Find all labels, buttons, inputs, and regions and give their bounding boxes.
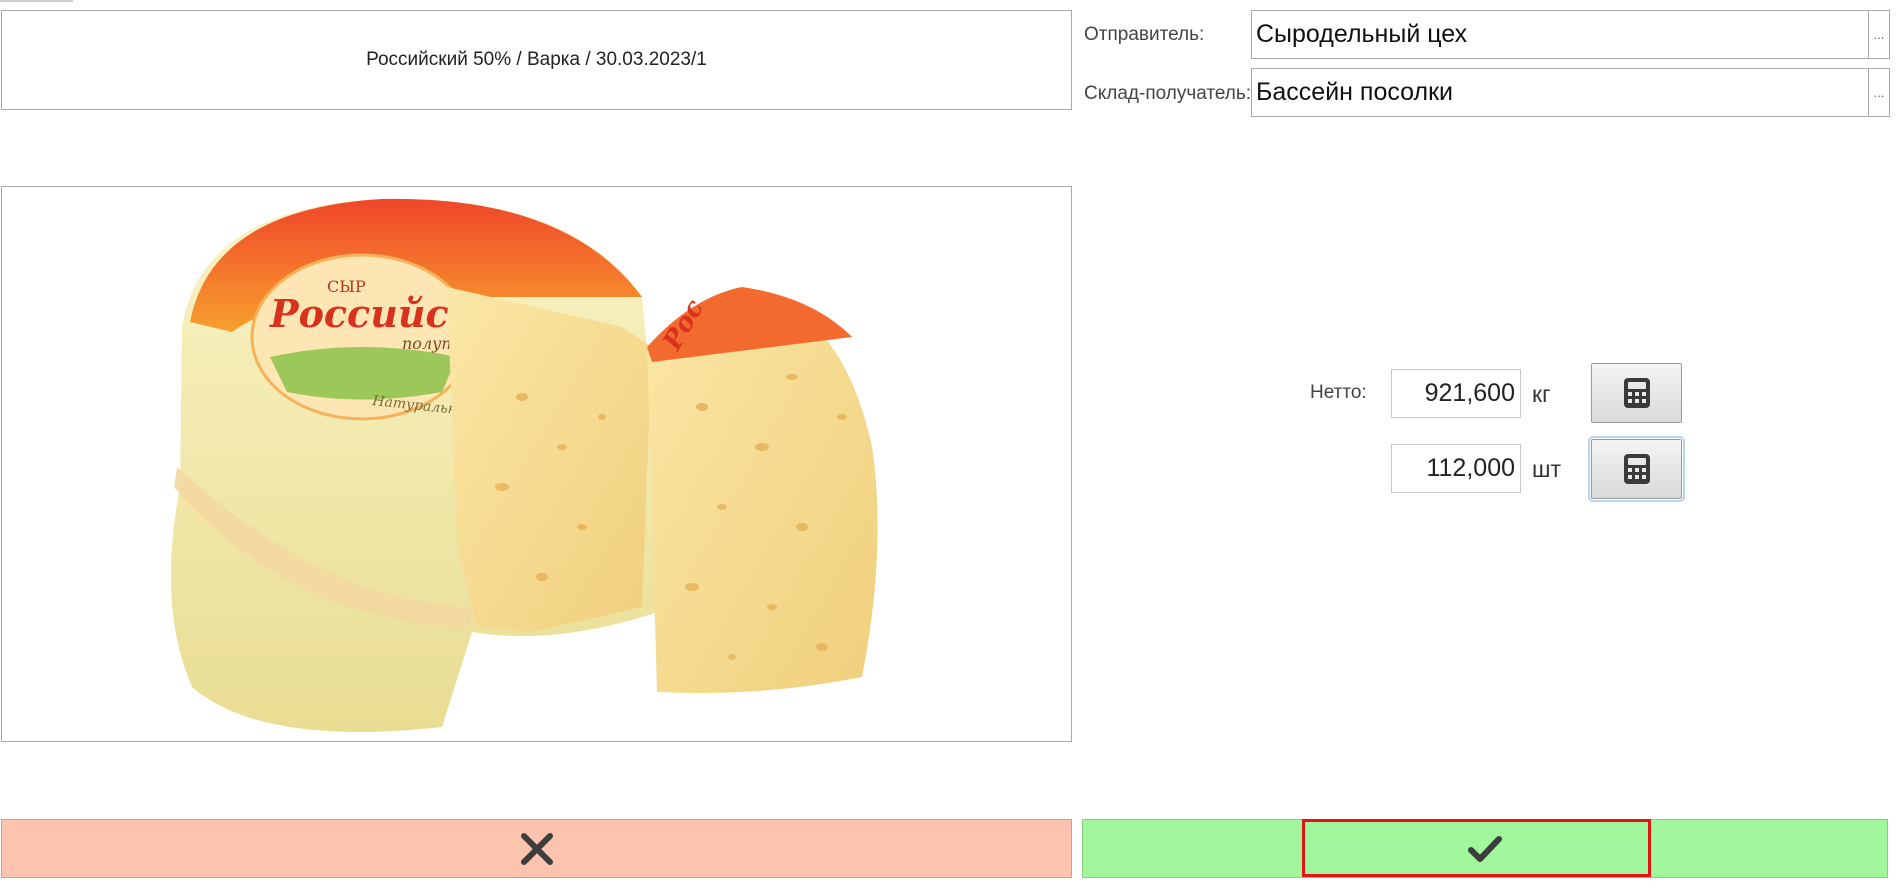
sender-picker-button[interactable]: ...: [1868, 11, 1889, 58]
cancel-button[interactable]: [1, 819, 1072, 878]
sender-field[interactable]: Сыродельный цех ...: [1251, 10, 1890, 59]
calculator-icon: [1623, 454, 1650, 484]
count-input[interactable]: 112,000: [1391, 444, 1521, 493]
top-divider: [0, 0, 73, 2]
warehouse-label: Склад-получатель:: [1084, 83, 1252, 104]
sender-value: Сыродельный цех: [1256, 20, 1468, 48]
product-image-frame: СЫР Российск полутв Натуральный вку Рос: [1, 186, 1072, 742]
checkmark-icon: [1468, 835, 1502, 862]
weight-unit: кг: [1532, 381, 1551, 407]
batch-title: Российский 50% / Варка / 30.03.2023/1: [1, 10, 1072, 110]
weight-calculator-button[interactable]: [1591, 363, 1682, 423]
count-unit: шт: [1532, 456, 1561, 482]
sender-label: Отправитель:: [1084, 24, 1205, 45]
product-image: СЫР Российск полутв Натуральный вку Рос: [170, 198, 878, 732]
label-brand-text: Российск: [269, 291, 475, 336]
warehouse-field[interactable]: Бассейн посолки ...: [1251, 68, 1890, 117]
netto-label: Нетто:: [1310, 382, 1367, 403]
count-calculator-button[interactable]: [1588, 436, 1685, 502]
warehouse-picker-button[interactable]: ...: [1868, 69, 1889, 116]
confirm-button[interactable]: [1082, 819, 1888, 878]
calculator-icon: [1623, 378, 1650, 408]
batch-title-text: Российский 50% / Варка / 30.03.2023/1: [366, 49, 707, 70]
close-icon: [520, 832, 553, 865]
warehouse-value: Бассейн посолки: [1256, 78, 1453, 106]
weight-input[interactable]: 921,600: [1391, 369, 1521, 418]
